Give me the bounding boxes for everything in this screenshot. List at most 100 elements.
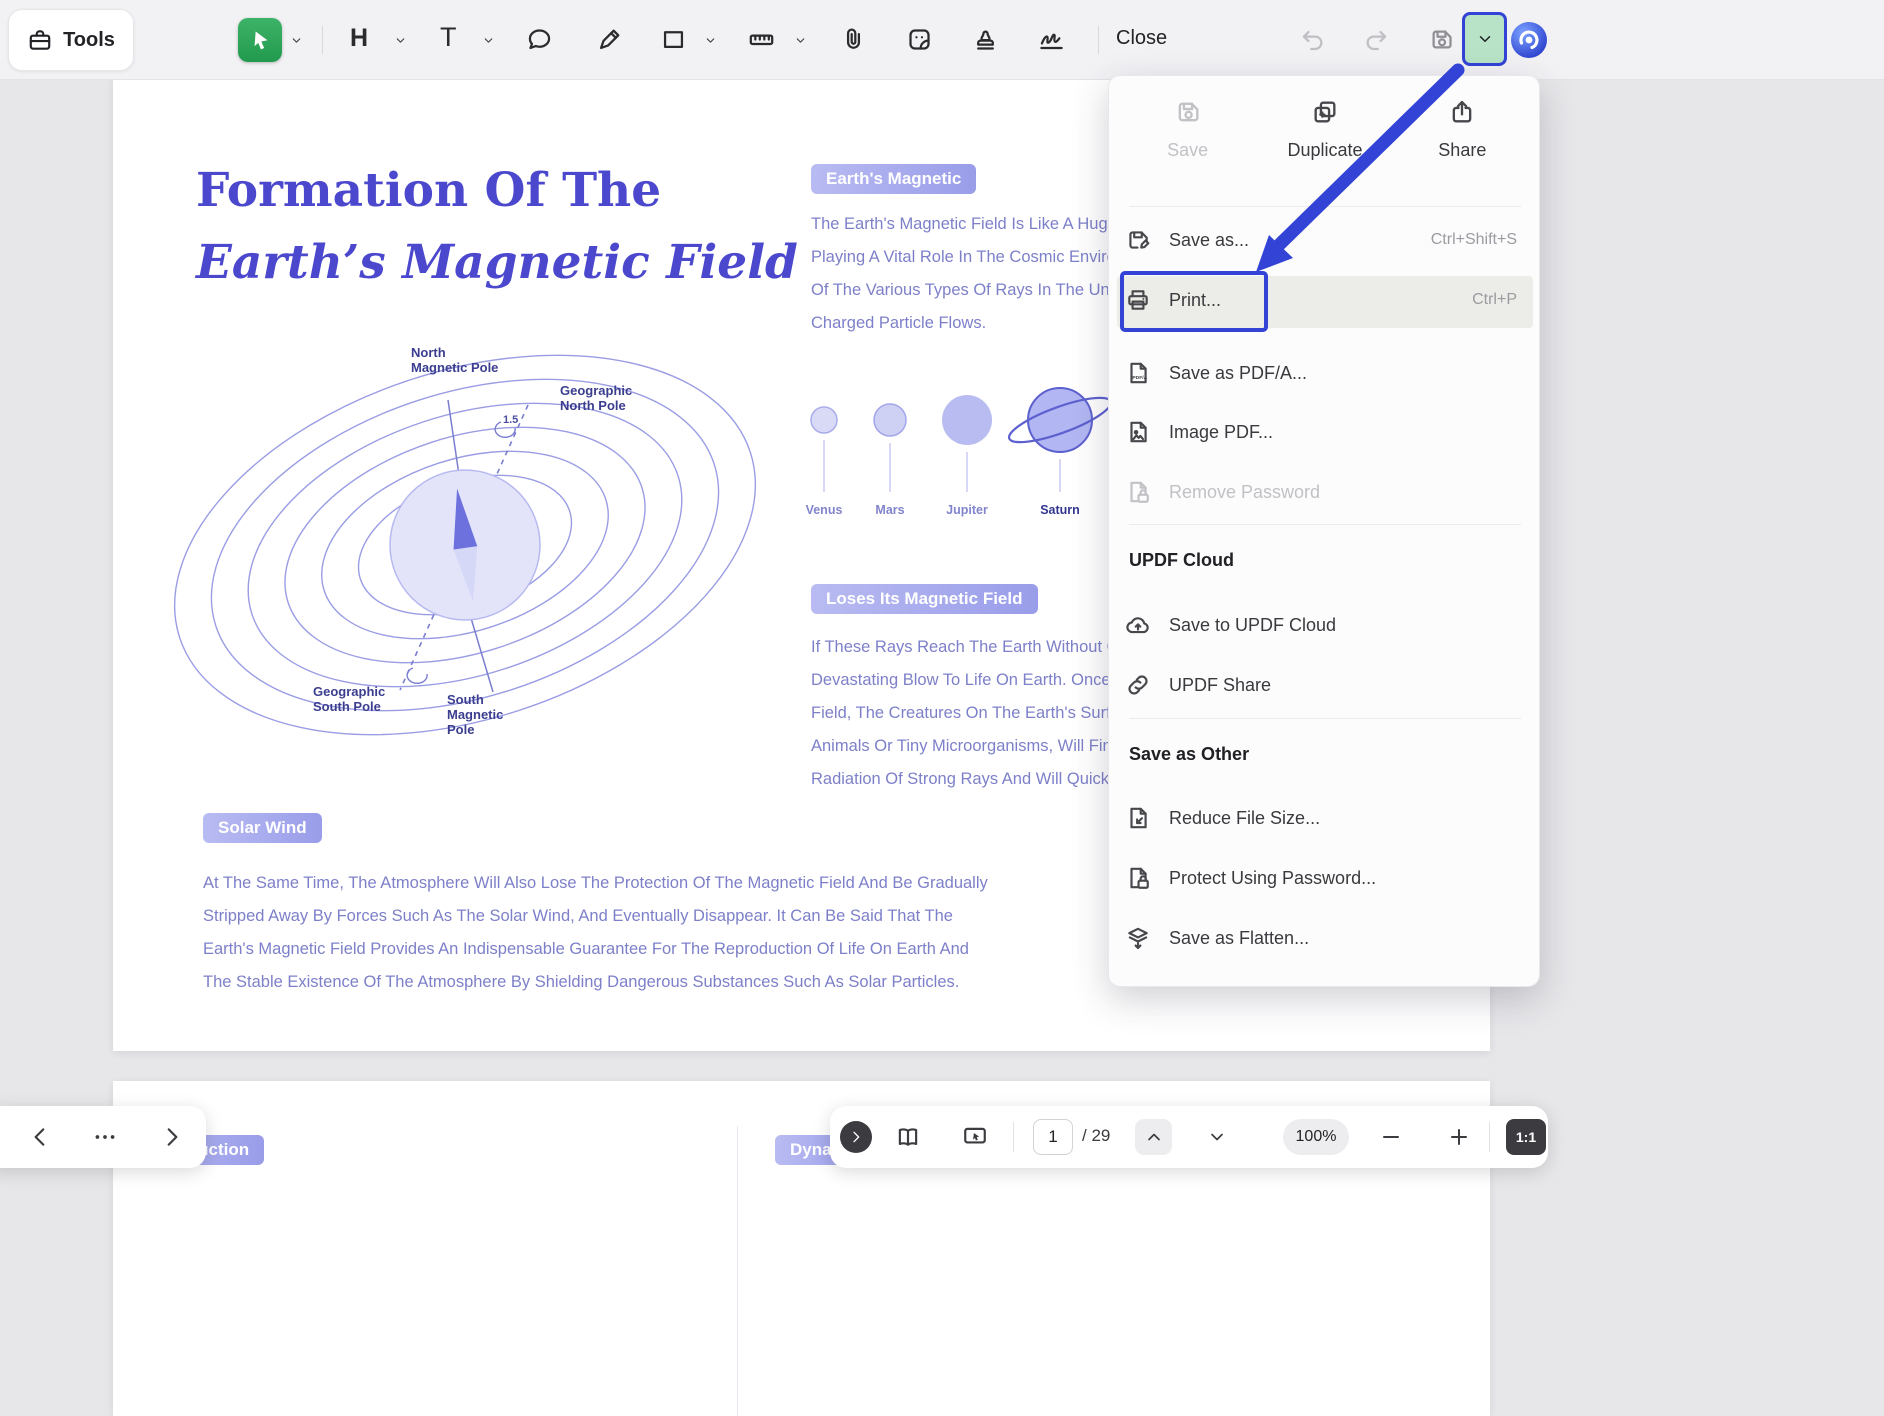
redo-icon[interactable]	[1362, 27, 1389, 54]
undo-icon[interactable]	[1300, 27, 1327, 54]
updf-cloud-section-header: UPDF Cloud	[1129, 550, 1234, 571]
select-tool-button[interactable]	[238, 18, 282, 62]
chevron-down-icon	[1207, 1127, 1227, 1147]
menu-item-print[interactable]: Print... Ctrl+P	[1125, 276, 1525, 324]
expand-panel-button[interactable]	[840, 1121, 872, 1153]
reduce-file-size-label: Reduce File Size...	[1169, 808, 1320, 829]
reading-mode-icon[interactable]	[895, 1124, 921, 1150]
print-shortcut: Ctrl+P	[1472, 291, 1525, 309]
pen-tool-icon[interactable]	[596, 26, 623, 53]
reduce-size-icon	[1125, 805, 1151, 831]
comment-tool-icon[interactable]	[526, 26, 553, 53]
save-as-shortcut: Ctrl+Shift+S	[1431, 231, 1525, 249]
planet-size-diagram	[778, 380, 1108, 505]
save-as-label: Save as...	[1169, 230, 1249, 251]
planet-label-saturn: Saturn	[1040, 503, 1080, 517]
text-tool-button[interactable]: T	[440, 22, 457, 53]
top-toolbar: Tools H T Close	[0, 0, 1884, 80]
save-to-cloud-label: Save to UPDF Cloud	[1169, 615, 1336, 636]
pdf-editor-window: Formation Of The Earth’s Magnetic Field	[0, 0, 1884, 1416]
jupiter-circle	[942, 395, 992, 492]
menu-item-save-as[interactable]: Save as... Ctrl+Shift+S	[1125, 216, 1525, 264]
presentation-mode-icon[interactable]	[962, 1124, 988, 1150]
column-divider	[737, 1126, 738, 1416]
select-tool-chevron-icon[interactable]	[290, 34, 303, 47]
page-nav-panel	[0, 1106, 206, 1168]
save-options-menu: Save Duplicate Share Save as... Ctrl+Shi…	[1108, 75, 1540, 987]
chevron-down-icon	[1476, 30, 1494, 48]
saturn-circle	[1005, 388, 1108, 492]
heading-tool-chevron-icon[interactable]	[394, 34, 407, 47]
save-action-label: Save	[1167, 140, 1208, 161]
previous-page-button[interactable]	[1135, 1119, 1172, 1155]
menu-share-action[interactable]: Share	[1394, 92, 1531, 161]
menu-divider	[1129, 206, 1521, 207]
next-page-icon[interactable]	[159, 1124, 185, 1150]
signature-tool-icon[interactable]	[1038, 26, 1065, 53]
actual-size-button[interactable]: 1:1	[1506, 1119, 1546, 1155]
menu-item-protect-password[interactable]: Protect Using Password...	[1125, 854, 1525, 902]
menu-item-reduce-file-size[interactable]: Reduce File Size...	[1125, 794, 1525, 842]
venus-circle	[811, 407, 837, 492]
cloud-upload-icon	[1125, 612, 1151, 638]
document-title-line1: Formation Of The	[196, 163, 661, 218]
save-icon[interactable]	[1428, 26, 1455, 53]
menu-divider	[1129, 524, 1521, 525]
previous-page-icon[interactable]	[27, 1124, 53, 1150]
print-icon	[1125, 287, 1151, 313]
panel-divider	[1489, 1122, 1490, 1152]
zoom-in-icon[interactable]	[1447, 1125, 1471, 1149]
chevron-up-icon	[1144, 1127, 1164, 1147]
menu-duplicate-action[interactable]: Duplicate	[1256, 92, 1393, 161]
planet-label-venus: Venus	[806, 503, 843, 517]
measure-tool-icon[interactable]	[748, 26, 775, 53]
loses-magnetic-paragraph: If These Rays Reach The Earth Without O …	[811, 631, 1121, 796]
pdfa-icon	[1125, 360, 1151, 386]
planet-label-mars: Mars	[875, 503, 904, 517]
link-icon	[1125, 672, 1151, 698]
planet-label-jupiter: Jupiter	[946, 503, 988, 517]
sticker-tool-icon[interactable]	[906, 26, 933, 53]
menu-item-image-pdf[interactable]: Image PDF...	[1125, 408, 1525, 456]
geographic-south-pole-label: GeographicSouth Pole	[313, 684, 385, 714]
earths-magnetic-badge: Earth's Magnetic	[811, 164, 976, 194]
attachment-tool-icon[interactable]	[840, 26, 867, 53]
protect-password-label: Protect Using Password...	[1169, 868, 1376, 889]
updf-share-label: UPDF Share	[1169, 675, 1271, 696]
toolbar-divider	[322, 26, 323, 54]
save-as-icon	[1125, 227, 1151, 253]
next-page-button[interactable]	[1207, 1127, 1227, 1147]
menu-item-save-as-pdfa[interactable]: Save as PDF/A...	[1125, 349, 1525, 397]
text-tool-chevron-icon[interactable]	[482, 34, 495, 47]
axis-angle-label: 1.5	[503, 413, 518, 428]
menu-item-save-to-updf-cloud[interactable]: Save to UPDF Cloud	[1125, 601, 1525, 649]
toolbox-icon	[27, 27, 53, 53]
menu-save-action: Save	[1119, 92, 1256, 161]
document-title-line2: Earth’s Magnetic Field	[196, 235, 798, 290]
zoom-out-icon[interactable]	[1379, 1125, 1403, 1149]
lock-document-icon	[1125, 865, 1151, 891]
zoom-level[interactable]: 100%	[1283, 1119, 1349, 1155]
duplicate-icon	[1311, 98, 1339, 126]
measure-tool-chevron-icon[interactable]	[794, 34, 807, 47]
chevron-right-icon	[848, 1129, 864, 1145]
save-options-chevron-button[interactable]	[1462, 12, 1507, 66]
page-number-input[interactable]	[1033, 1119, 1073, 1155]
share-action-label: Share	[1438, 140, 1486, 161]
image-pdf-icon	[1125, 419, 1151, 445]
menu-item-updf-share[interactable]: UPDF Share	[1125, 661, 1525, 709]
panel-divider	[1013, 1122, 1014, 1152]
page-total-label: / 29	[1082, 1126, 1110, 1146]
menu-item-remove-password: Remove Password	[1125, 468, 1525, 516]
shape-tool-icon[interactable]	[660, 26, 687, 53]
solar-wind-badge: Solar Wind	[203, 813, 322, 843]
close-button[interactable]: Close	[1116, 27, 1167, 50]
more-options-icon[interactable]	[92, 1124, 118, 1150]
app-logo[interactable]	[1510, 21, 1548, 59]
earths-magnetic-paragraph: The Earth's Magnetic Field Is Like A Hug…	[811, 208, 1131, 340]
tools-button[interactable]: Tools	[8, 9, 134, 71]
stamp-tool-icon[interactable]	[972, 26, 999, 53]
heading-tool-button[interactable]: H	[350, 24, 368, 53]
menu-item-save-as-flatten[interactable]: Save as Flatten...	[1125, 914, 1525, 962]
shape-tool-chevron-icon[interactable]	[704, 34, 717, 47]
